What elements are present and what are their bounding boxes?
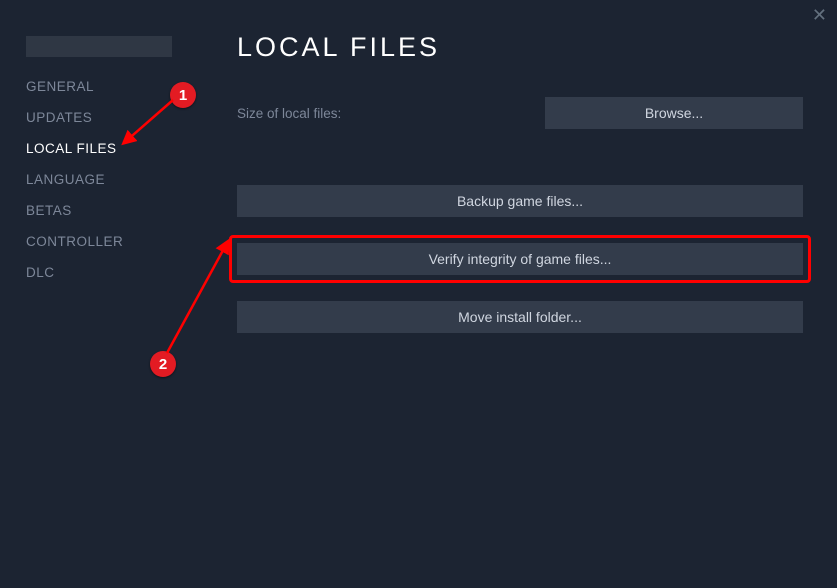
sidebar-item-betas[interactable]: BETAS (26, 203, 215, 218)
sidebar-header-placeholder (26, 36, 172, 57)
size-row: Size of local files: Browse... (237, 97, 803, 129)
size-label: Size of local files: (237, 106, 341, 121)
move-install-folder-button[interactable]: Move install folder... (237, 301, 803, 333)
sidebar-item-controller[interactable]: CONTROLLER (26, 234, 215, 249)
backup-game-files-button[interactable]: Backup game files... (237, 185, 803, 217)
sidebar-item-language[interactable]: LANGUAGE (26, 172, 215, 187)
verify-integrity-button[interactable]: Verify integrity of game files... (237, 243, 803, 275)
annotation-callout-1: 1 (170, 82, 196, 108)
annotation-highlight: Verify integrity of game files... (229, 235, 811, 283)
main-panel: LOCAL FILES Size of local files: Browse.… (215, 0, 837, 588)
properties-dialog: GENERAL UPDATES LOCAL FILES LANGUAGE BET… (0, 0, 837, 588)
sidebar-item-local-files[interactable]: LOCAL FILES (26, 141, 215, 156)
sidebar-item-dlc[interactable]: DLC (26, 265, 215, 280)
close-icon[interactable]: ✕ (812, 6, 827, 24)
annotation-callout-2: 2 (150, 351, 176, 377)
page-title: LOCAL FILES (237, 32, 803, 63)
sidebar-item-updates[interactable]: UPDATES (26, 110, 215, 125)
browse-button[interactable]: Browse... (545, 97, 803, 129)
